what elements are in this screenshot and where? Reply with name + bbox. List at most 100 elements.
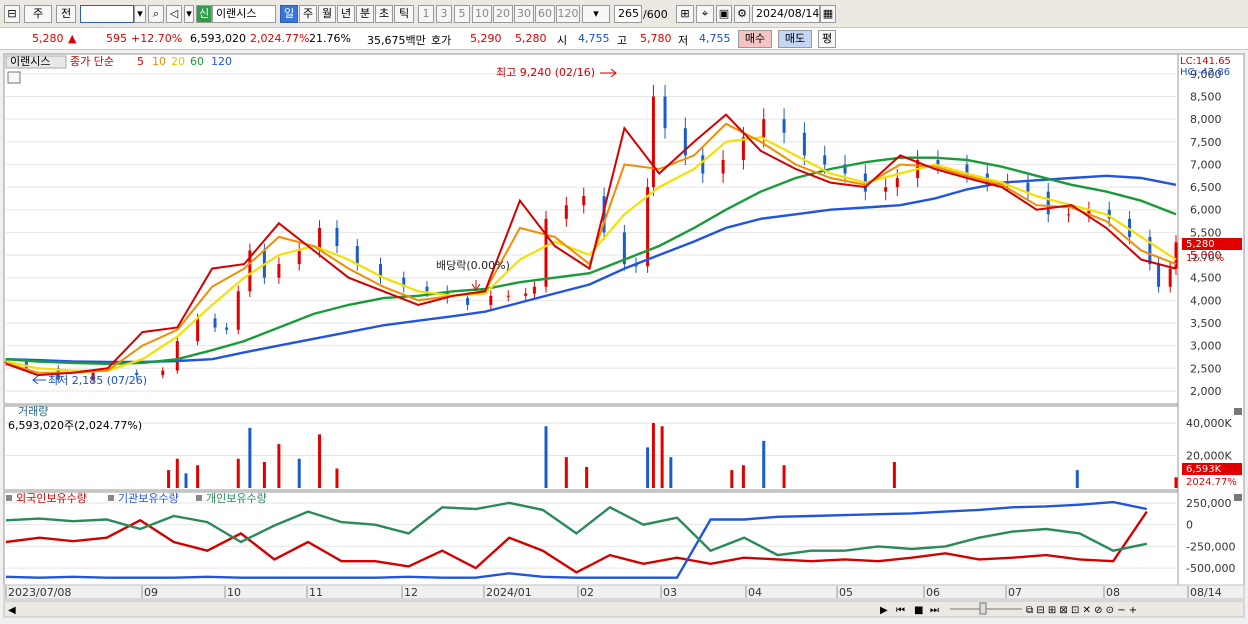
period-minute[interactable]: 분 xyxy=(356,5,374,23)
zoom-icon[interactable]: ⊞ xyxy=(676,5,694,23)
price-tick-label: 8,500 xyxy=(1190,91,1222,104)
volume-value: 6,593,020 xyxy=(190,32,246,45)
candle-body xyxy=(895,178,899,188)
candle-body xyxy=(213,318,217,328)
holding-close-icon[interactable] xyxy=(1234,494,1242,501)
interval-30[interactable]: 30 xyxy=(514,5,534,23)
candle-body xyxy=(651,96,655,188)
volume-bar xyxy=(651,423,655,488)
grid-toggle-icon[interactable] xyxy=(7,71,21,84)
interval-120[interactable]: 120 xyxy=(556,5,580,23)
candle-body xyxy=(466,298,470,305)
eval-button[interactable]: 평 xyxy=(818,30,836,48)
candle-body xyxy=(762,119,766,138)
interval-1[interactable]: 1 xyxy=(418,5,434,23)
trade-amount: 35,675백만 xyxy=(367,34,426,47)
calendar-icon[interactable]: ▦ xyxy=(820,5,836,23)
x-axis-label: 06 xyxy=(926,586,940,599)
period-week[interactable]: 주 xyxy=(299,5,317,23)
hc-value: HC:-42.86 xyxy=(1180,67,1230,78)
interval-60[interactable]: 60 xyxy=(535,5,555,23)
bid-price: 5,280 xyxy=(515,32,547,45)
speaker-icon[interactable]: ◁ xyxy=(166,5,182,23)
buy-button[interactable]: 매수 xyxy=(738,30,772,48)
candle-body xyxy=(161,370,165,376)
interval-5[interactable]: 5 xyxy=(454,5,470,23)
candle-body xyxy=(355,245,359,265)
period-month[interactable]: 월 xyxy=(318,5,336,23)
individual-legend-swatch xyxy=(196,495,202,501)
high-label: 고 xyxy=(617,34,628,47)
volume-bar xyxy=(646,447,650,488)
x-axis-label: 03 xyxy=(663,586,677,599)
high-price: 5,780 xyxy=(640,32,672,45)
chevron-down-icon[interactable]: ▾ xyxy=(134,5,146,23)
candle-body xyxy=(721,159,725,174)
candle-body xyxy=(1046,191,1050,215)
candle-body xyxy=(524,293,528,296)
volume-bar xyxy=(762,440,766,488)
period-second[interactable]: 초 xyxy=(375,5,393,23)
sell-button[interactable]: 매도 xyxy=(778,30,812,48)
x-axis-label: 08 xyxy=(1106,586,1120,599)
volume-bar xyxy=(1075,470,1079,488)
volume-bar xyxy=(585,466,589,488)
period-tick[interactable]: 틱 xyxy=(394,5,414,23)
stock-name-field[interactable]: 이랜시스 xyxy=(212,5,276,23)
volume-bar xyxy=(175,458,179,488)
date-input[interactable]: 2024/08/14 xyxy=(752,5,820,23)
ma-legend-label: 종가 단순 xyxy=(70,55,114,68)
price-tick-label: 8,000 xyxy=(1190,113,1222,126)
tool-icons[interactable]: ⧉ ⊟ ⊞ ⊠ ⊡ ✕ ⊘ ⊙ − + xyxy=(1026,605,1137,616)
candle-body xyxy=(564,205,568,219)
candle-body xyxy=(532,286,536,294)
scroll-left-icon[interactable]: ◀ xyxy=(8,605,16,616)
candle-body xyxy=(782,119,786,133)
all-filter-button[interactable]: 전 xyxy=(56,5,76,23)
x-axis-label: 07 xyxy=(1008,586,1022,599)
interval-3[interactable]: 3 xyxy=(436,5,452,23)
candle-body xyxy=(802,132,806,156)
price-tick-label: 4,000 xyxy=(1190,294,1222,307)
ma60-legend: 60 xyxy=(190,55,204,68)
volume-bar xyxy=(277,444,281,488)
x-axis-label: 04 xyxy=(748,586,762,599)
interval-10[interactable]: 10 xyxy=(472,5,492,23)
candle-body xyxy=(506,295,510,297)
period-year[interactable]: 년 xyxy=(337,5,355,23)
interval-20[interactable]: 20 xyxy=(493,5,513,23)
volume-last: 6,593K xyxy=(1186,464,1222,475)
bar-count-input[interactable]: 265 xyxy=(614,5,642,23)
price-tick-label: 2,500 xyxy=(1190,362,1222,375)
x-axis-label: 05 xyxy=(839,586,853,599)
candle-body xyxy=(236,291,240,330)
up-arrow-icon: ▲ xyxy=(68,32,77,45)
volume-bar xyxy=(248,427,252,488)
ask-price: 5,290 xyxy=(470,32,502,45)
scroll-right-icon[interactable]: ▶ xyxy=(880,605,888,616)
candle-body xyxy=(646,187,650,267)
zoom-slider-handle[interactable] xyxy=(979,602,987,615)
stock-code-input[interactable]: 264850 xyxy=(80,5,134,23)
search-icon[interactable]: ⌕ xyxy=(148,5,164,23)
layout-icon[interactable]: ⊟ xyxy=(4,5,20,23)
scroll-next-icon[interactable]: ⏭ xyxy=(930,605,939,616)
save-icon[interactable]: ▣ xyxy=(716,5,732,23)
volume-close-icon[interactable] xyxy=(1234,408,1242,415)
volume-bar xyxy=(892,462,896,488)
period-day[interactable]: 일 xyxy=(280,5,298,23)
gear-icon[interactable]: ⚙ xyxy=(734,5,750,23)
chevron-down-icon[interactable]: ▾ xyxy=(184,5,194,23)
x-axis-label: 09 xyxy=(144,586,158,599)
stop-icon[interactable]: ■ xyxy=(914,605,923,616)
x-axis-label: 11 xyxy=(309,586,323,599)
crosshair-icon[interactable]: ⌖ xyxy=(696,5,714,23)
candle-body xyxy=(884,187,888,192)
candle-body xyxy=(425,286,429,292)
interval-dropdown[interactable]: ▾ xyxy=(582,5,610,23)
candle-body xyxy=(175,341,179,371)
volume-tick-label: 40,000K xyxy=(1186,417,1232,430)
scroll-prev-icon[interactable]: ⏮ xyxy=(896,605,905,616)
market-type-select[interactable]: 주 xyxy=(24,5,52,23)
volume-last-pct: 2024.77% xyxy=(1186,477,1237,488)
